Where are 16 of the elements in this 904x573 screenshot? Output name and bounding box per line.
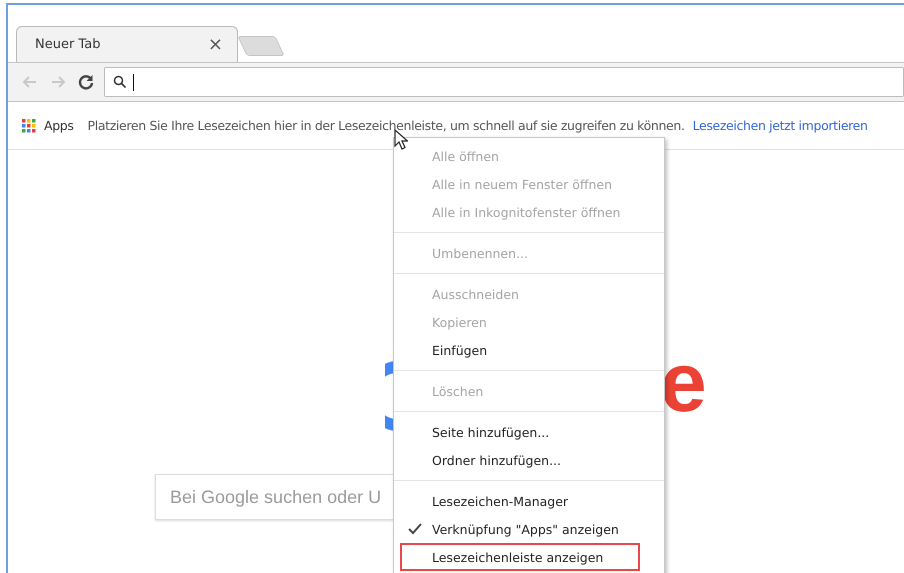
bookmarks-hint: Platzieren Sie Ihre Lesezeichen hier in der Lesezeichenleiste, um schnell auf sie zugreifen zu können.: [88, 118, 685, 133]
apps-shortcut[interactable]: Apps: [44, 118, 74, 133]
reload-icon[interactable]: [76, 72, 96, 92]
menu-item[interactable]: Lesezeichenleiste anzeigen: [400, 543, 640, 571]
search-icon: [113, 75, 127, 89]
menu-item[interactable]: Ordner hinzufügen...: [400, 446, 640, 474]
tab-close-button[interactable]: ×: [208, 34, 223, 55]
tab-title: Neuer Tab: [35, 37, 100, 52]
new-tab-button[interactable]: [237, 36, 285, 56]
menu-item[interactable]: Seite hinzufügen...: [400, 418, 640, 446]
apps-grid-icon[interactable]: [22, 118, 36, 132]
menu-item[interactable]: Einfügen: [400, 336, 640, 364]
browser-tab[interactable]: Neuer Tab ×: [16, 26, 238, 62]
address-bar[interactable]: [104, 67, 904, 97]
import-bookmarks-link[interactable]: Lesezeichen jetzt importieren: [692, 118, 868, 133]
logo-letter: e: [660, 340, 707, 424]
